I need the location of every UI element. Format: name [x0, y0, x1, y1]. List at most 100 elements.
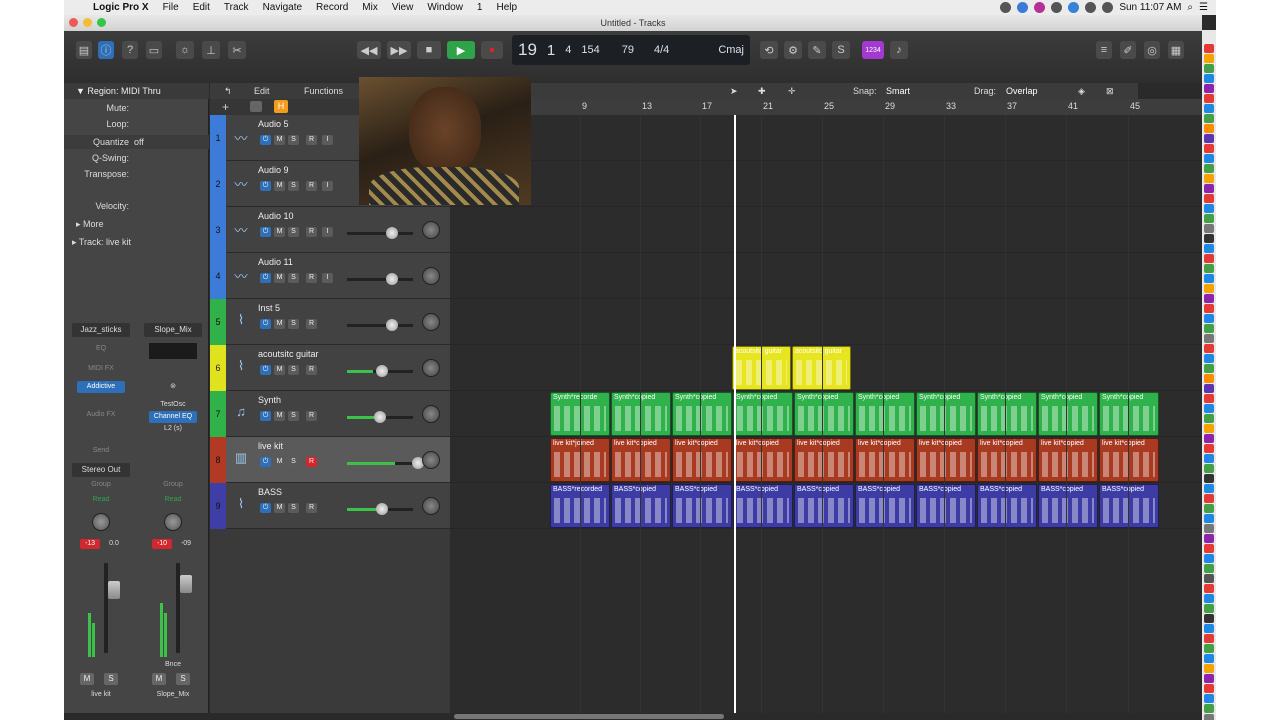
strip2-mute-button[interactable]: M — [152, 673, 166, 685]
dock-app-icon[interactable] — [1204, 414, 1214, 423]
status-record-icon[interactable] — [1000, 2, 1012, 13]
menu-one[interactable]: 1 — [470, 2, 490, 13]
menu-file[interactable]: File — [156, 2, 186, 13]
dock-app-icon[interactable] — [1204, 504, 1214, 513]
wifi-icon[interactable] — [1051, 2, 1063, 13]
dock-app-icon[interactable] — [1204, 574, 1214, 583]
track-on-button[interactable]: ⏻ — [260, 135, 271, 145]
bluetooth-icon[interactable] — [1068, 2, 1080, 13]
dock-app-icon[interactable] — [1204, 274, 1214, 283]
playhead[interactable] — [734, 115, 736, 713]
count-in-button[interactable]: 1234 — [862, 41, 884, 59]
track-mute-button[interactable]: M — [274, 365, 285, 375]
strip1-send-slot[interactable]: Send — [77, 445, 125, 457]
strip2-group-slot[interactable]: Group — [149, 479, 197, 491]
dock-app-icon[interactable] — [1204, 234, 1214, 243]
track-solo-button[interactable]: S — [288, 181, 299, 191]
track-on-button[interactable]: ⏻ — [260, 319, 271, 329]
dock-app-icon[interactable] — [1204, 74, 1214, 83]
dock-app-icon[interactable] — [1204, 634, 1214, 643]
track-pan-knob[interactable] — [422, 313, 440, 331]
track-header-6[interactable]: 6 ⌇ acoutsitc guitar ⏻ M S R — [210, 345, 450, 391]
region-bass[interactable]: BASS*copied — [794, 484, 854, 528]
dock-app-icon[interactable] — [1204, 394, 1214, 403]
track-solo-button[interactable]: S — [288, 457, 299, 467]
dock-app-icon[interactable] — [1204, 264, 1214, 273]
track-record-button[interactable]: R — [306, 135, 317, 145]
track-on-button[interactable]: ⏻ — [260, 411, 271, 421]
dock-app-icon[interactable] — [1204, 404, 1214, 413]
region-synth[interactable]: Synth*copied — [1099, 392, 1159, 436]
strip2-setting-button[interactable]: Slope_Mix — [144, 323, 202, 337]
dock-app-icon[interactable] — [1204, 544, 1214, 553]
track-volume-handle[interactable] — [376, 365, 388, 377]
track-solo-button[interactable]: S — [288, 411, 299, 421]
region-inspector-header[interactable]: ▼ Region: MIDI Thru — [64, 83, 209, 99]
notification-center-icon[interactable]: ☰ — [1199, 2, 1208, 13]
region-live-kit[interactable]: live kit*copied — [733, 438, 793, 482]
track-record-button[interactable]: R — [306, 365, 317, 375]
dock-app-icon[interactable] — [1204, 174, 1214, 183]
track-volume-slider[interactable] — [347, 324, 413, 327]
dock-app-icon[interactable] — [1204, 254, 1214, 263]
pointer-tool-icon[interactable]: ➤ — [730, 86, 738, 97]
track-mute-button[interactable]: M — [274, 227, 285, 237]
menu-record[interactable]: Record — [309, 2, 355, 13]
dock-app-icon[interactable] — [1204, 624, 1214, 633]
library-button[interactable]: ▤ — [76, 41, 92, 59]
track-header-8[interactable]: 8 ▥ live kit ⏻ M S R — [210, 437, 450, 483]
track-header-5[interactable]: 5 ⌇ Inst 5 ⏻ M S R — [210, 299, 450, 345]
dock-app-icon[interactable] — [1204, 494, 1214, 503]
dock-app-icon[interactable] — [1204, 294, 1214, 303]
strip2-fader-handle[interactable] — [180, 575, 192, 593]
strip1-setting-button[interactable]: Jazz_sticks — [72, 323, 130, 337]
strip2-plugin-slot[interactable]: Channel EQ — [149, 411, 197, 423]
dock-app-icon[interactable] — [1204, 304, 1214, 313]
strip1-pan-readout[interactable]: 0.0 — [104, 539, 124, 549]
dock-app-icon[interactable] — [1204, 144, 1214, 153]
region-synth[interactable]: Synth*copied — [733, 392, 793, 436]
dock-app-icon[interactable] — [1204, 344, 1214, 353]
track-lane-2[interactable] — [450, 161, 1202, 207]
quick-help-button[interactable]: ? — [122, 41, 138, 59]
strip2-link-icon[interactable]: ⊚ — [149, 381, 197, 393]
track-record-button[interactable]: R — [306, 503, 317, 513]
region-synth[interactable]: Synth*copied — [672, 392, 732, 436]
browser-button[interactable]: ▦ — [1168, 41, 1184, 59]
lcd-time-signature[interactable]: 4/4 — [654, 44, 669, 56]
track-triangle-icon[interactable]: ▸ — [72, 237, 79, 247]
strip2-pan-knob[interactable] — [164, 513, 182, 531]
more-row[interactable]: ▸ More — [76, 219, 221, 230]
region-live-kit[interactable]: live kit*copied — [672, 438, 732, 482]
track-record-button[interactable]: R — [306, 411, 317, 421]
track-solo-button[interactable]: S — [288, 365, 299, 375]
dock-app-icon[interactable] — [1204, 184, 1214, 193]
dock-app-icon[interactable] — [1204, 644, 1214, 653]
dock-app-icon[interactable] — [1204, 104, 1214, 113]
lcd-key[interactable]: Cmaj — [718, 44, 744, 56]
strip2-volume-readout[interactable]: -10 — [152, 539, 172, 549]
strip1-group-slot[interactable]: Group — [77, 479, 125, 491]
track-mute-button[interactable]: M — [274, 457, 285, 467]
track-name[interactable]: Audio 10 — [258, 211, 294, 221]
strip2-bounce-button[interactable]: Bnce — [149, 659, 197, 671]
track-volume-handle[interactable] — [386, 319, 398, 331]
track-name[interactable]: Audio 11 — [258, 257, 293, 267]
menu-mix[interactable]: Mix — [355, 2, 385, 13]
track-pan-knob[interactable] — [422, 359, 440, 377]
arrange-area[interactable]: 9 13 17 21 25 29 33 37 41 45 acoutsitc guitar acou… — [450, 99, 1202, 713]
status-app-icon[interactable] — [1034, 2, 1046, 13]
region-bass[interactable]: BASS*copied — [733, 484, 793, 528]
track-mute-button[interactable]: M — [274, 319, 285, 329]
dock-app-icon[interactable] — [1204, 124, 1214, 133]
track-solo-button[interactable]: S — [288, 273, 299, 283]
dock-app-icon[interactable] — [1204, 654, 1214, 663]
region-live-kit[interactable]: live kit*copied — [977, 438, 1037, 482]
dock-app-icon[interactable] — [1204, 364, 1214, 373]
strip1-solo-button[interactable]: S — [104, 673, 118, 685]
track-input-monitor-button[interactable]: I — [322, 273, 333, 283]
track-name[interactable]: Inst 5 — [258, 303, 280, 313]
stop-button[interactable]: ■ — [417, 41, 441, 59]
dock-app-icon[interactable] — [1204, 664, 1214, 673]
spotlight-search-icon[interactable]: ⌕ — [1187, 2, 1193, 13]
